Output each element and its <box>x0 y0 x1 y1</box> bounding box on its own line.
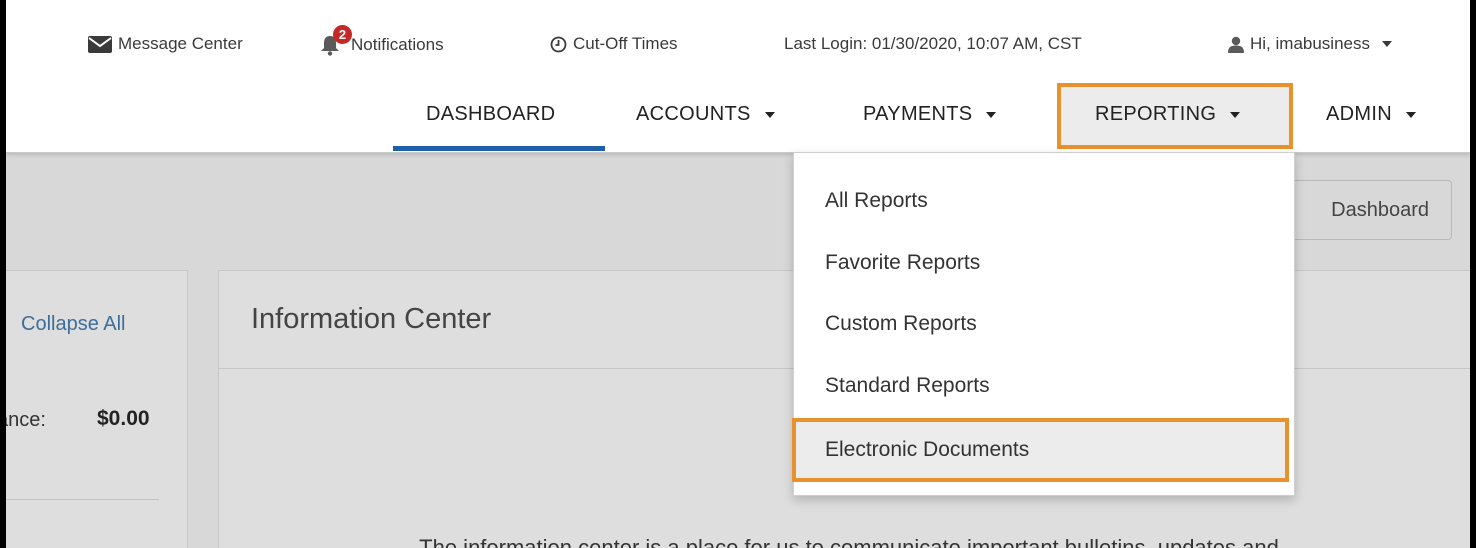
information-center-title: Information Center <box>251 303 492 335</box>
dashboard-button-label: Dashboard <box>1331 198 1429 221</box>
cutoff-times-label: Cut-Off Times <box>573 34 678 53</box>
menu-item-label: All Reports <box>825 189 928 212</box>
accounts-panel: Collapse All ance: $0.00 <box>6 270 188 548</box>
notifications-label: Notifications <box>351 35 444 54</box>
menu-item-standard-reports[interactable]: Standard Reports <box>794 356 1294 416</box>
information-center-text: The information center is a place for us… <box>419 535 1279 548</box>
chevron-down-icon <box>986 111 997 118</box>
menu-item-label: Standard Reports <box>825 374 990 397</box>
nav-admin[interactable]: ADMIN <box>1326 103 1416 126</box>
chevron-down-icon <box>1382 41 1392 47</box>
menu-item-favorite-reports[interactable]: Favorite Reports <box>794 233 1294 293</box>
active-tab-indicator <box>393 146 605 151</box>
last-login-text: Last Login: 01/30/2020, 10:07 AM, CST <box>784 34 1082 53</box>
user-greeting: Hi, imabusiness <box>1250 34 1370 53</box>
notifications-badge: 2 <box>333 25 352 44</box>
clock-icon <box>550 36 567 52</box>
nav-admin-label: ADMIN <box>1326 103 1392 125</box>
menu-item-label-wrap: Electronic Documents <box>796 422 1285 478</box>
nav-reporting-label: REPORTING <box>1095 103 1217 125</box>
message-center-link[interactable]: Message Center <box>88 34 243 54</box>
divider <box>6 499 159 500</box>
dashboard-button[interactable]: Dashboard <box>1288 180 1452 240</box>
nav-reporting[interactable]: REPORTING <box>1095 103 1241 126</box>
menu-item-custom-reports[interactable]: Custom Reports <box>794 294 1294 354</box>
cutoff-times-link[interactable]: Cut-Off Times <box>550 34 678 54</box>
menu-item-label: Custom Reports <box>825 312 977 335</box>
nav-payments[interactable]: PAYMENTS <box>863 103 997 126</box>
balance-value: $0.00 <box>97 407 150 430</box>
envelope-icon <box>88 35 112 53</box>
menu-item-electronic-documents[interactable]: Electronic Documents <box>792 418 1289 482</box>
collapse-all-link[interactable]: Collapse All <box>21 313 126 336</box>
chevron-down-icon <box>1405 111 1416 118</box>
balance-label: ance: <box>6 409 46 431</box>
header: Message Center 2 Notifications Cut-Off T… <box>6 0 1470 153</box>
app-window: Dashboard Collapse All ance: $0.00 Infor… <box>6 0 1470 548</box>
message-center-label: Message Center <box>118 34 243 53</box>
menu-item-all-reports[interactable]: All Reports <box>794 171 1294 231</box>
nav-payments-label: PAYMENTS <box>863 103 973 125</box>
nav-dashboard-label: DASHBOARD <box>426 103 556 125</box>
user-icon <box>1228 36 1244 53</box>
last-login: Last Login: 01/30/2020, 10:07 AM, CST <box>784 34 1082 54</box>
chevron-down-icon <box>764 111 775 118</box>
chevron-down-icon <box>1230 111 1241 118</box>
nav-accounts-label: ACCOUNTS <box>636 103 751 125</box>
user-menu[interactable]: Hi, imabusiness <box>1228 34 1392 54</box>
menu-item-label: Electronic Documents <box>825 438 1030 461</box>
nav-dashboard[interactable]: DASHBOARD <box>426 103 555 126</box>
menu-item-label: Favorite Reports <box>825 251 981 274</box>
bell-icon: 2 <box>319 25 352 56</box>
nav-accounts[interactable]: ACCOUNTS <box>636 103 775 126</box>
notifications-link[interactable]: 2 Notifications <box>319 25 444 56</box>
